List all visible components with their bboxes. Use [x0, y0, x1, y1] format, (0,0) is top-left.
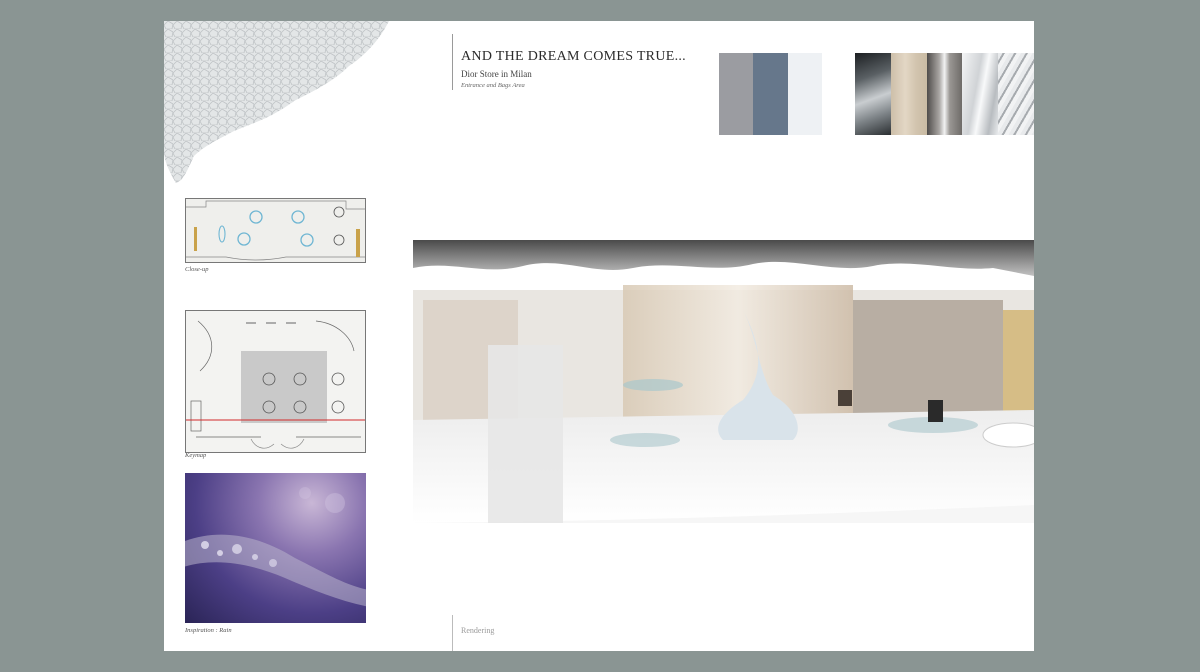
material-wave-sample — [998, 53, 1034, 135]
title-divider — [452, 34, 453, 90]
inspiration-caption: Inspiration : Rain — [185, 627, 232, 634]
material-samples — [855, 53, 1034, 135]
presentation-sheet: AND THE DREAM COMES TRUE... Dior Store i… — [164, 21, 1034, 651]
section-label: Entrance and Bags Area — [461, 82, 525, 89]
material-stone-sample — [890, 53, 927, 135]
footer-divider — [452, 615, 453, 651]
palette-swatch-white — [788, 53, 822, 135]
page-subtitle: Dior Store in Milan — [461, 69, 532, 79]
closeup-caption: Close-up — [185, 266, 209, 273]
rendering-label: Rendering — [461, 626, 495, 635]
keymap-plan-image — [185, 310, 366, 453]
palette-swatch-blue — [753, 53, 788, 135]
material-glass-sample — [855, 53, 891, 135]
page-title: AND THE DREAM COMES TRUE... — [461, 49, 686, 64]
inspiration-rain-image — [185, 473, 366, 623]
lace-pattern-image — [164, 21, 389, 183]
closeup-plan-image — [185, 198, 366, 263]
material-metal-sample — [962, 53, 999, 135]
material-crystal-sample — [926, 53, 963, 135]
palette-swatch-grey — [719, 53, 753, 135]
store-rendering-image — [413, 240, 1034, 523]
keymap-caption: Keymap — [185, 452, 207, 459]
color-palette — [719, 53, 822, 135]
